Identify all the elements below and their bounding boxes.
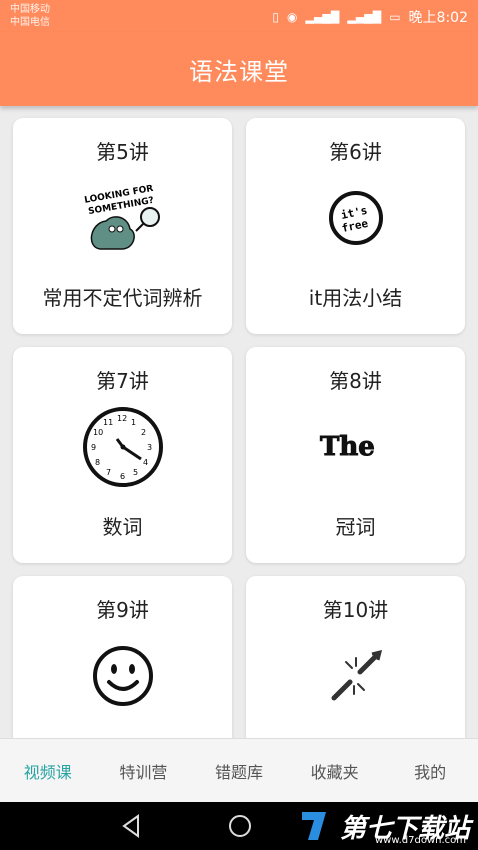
svg-text:2: 2 [141,428,146,437]
lesson-topic: 数词 [102,515,143,539]
svg-text:1: 1 [131,418,136,427]
svg-text:8: 8 [95,458,100,467]
svg-text:4: 4 [143,458,148,467]
tab-mistake-bank[interactable]: 错题库 [191,739,287,802]
svg-text:7: 7 [106,468,111,477]
svg-text:The: The [320,432,375,462]
lesson-card-5[interactable]: 第5讲 LOOKING FOR SOMETHING? 常用不定代词辨析 [13,118,232,334]
lesson-grid: 第5讲 LOOKING FOR SOMETHING? 常用不定代词辨析 第6讲 … [0,106,478,738]
lesson-number: 第6讲 [329,140,382,164]
its-free-stamp-icon: it's free [306,174,406,262]
lesson-topic: 常用不定代词辨析 [42,286,203,310]
watermark-logo-icon [301,812,326,840]
lesson-card-8[interactable]: 第8讲 The 冠词 [246,347,465,563]
watermark-url: www.d7down.com [374,835,466,846]
carrier-info: 中国移动 中国电信 [10,3,50,29]
battery-icon: ▭ [389,10,401,24]
bottom-tab-bar: 视频课 特训营 错题库 收藏夹 我的 [0,738,478,802]
lesson-number: 第10讲 [322,598,389,622]
back-icon[interactable] [118,812,146,844]
page-title: 语法课堂 [189,57,289,86]
vibrate-icon: ▯ [272,10,280,24]
the-text-icon: The [306,403,406,491]
tab-favorites[interactable]: 收藏夹 [287,739,383,802]
svg-text:10: 10 [93,428,103,437]
lesson-card-6[interactable]: 第6讲 it's free it用法小结 [246,118,465,334]
tab-me[interactable]: 我的 [382,739,478,802]
lesson-topic: it用法小结 [308,286,403,310]
home-icon[interactable] [226,812,254,844]
eye-icon: ◉ [287,10,298,24]
lesson-card-10[interactable]: 第10讲 [246,576,465,738]
svg-text:3: 3 [147,443,152,452]
smiley-face-icon [73,632,173,720]
svg-text:6: 6 [120,472,125,481]
svg-text:9: 9 [91,443,96,452]
lesson-number: 第9讲 [96,598,149,622]
magnifier-creature-icon: LOOKING FOR SOMETHING? [73,174,173,262]
clock-time: 晚上8:02 [408,10,468,26]
lesson-card-9[interactable]: 第9讲 [13,576,232,738]
carrier-2: 中国电信 [10,17,50,28]
lesson-number: 第5讲 [96,140,149,164]
signal-icon-2: ▂▄▆█ [347,10,382,24]
status-icons: ▯ ◉ ▂▄▆█ ▂▄▆█ ▭ 晚上8:02 [272,7,468,27]
lesson-number: 第8讲 [329,369,382,393]
carrier-1: 中国移动 [10,4,50,15]
svg-text:5: 5 [133,468,138,477]
lesson-topic: 冠词 [335,515,376,539]
svg-text:11: 11 [103,418,113,427]
broken-chain-icon [306,632,406,720]
svg-text:12: 12 [117,414,127,423]
lesson-card-7[interactable]: 第7讲 12 1 2 3 4 5 6 7 8 9 10 11 数词 [13,347,232,563]
status-bar: 中国移动 中国电信 ▯ ◉ ▂▄▆█ ▂▄▆█ ▭ 晚上8:02 [0,0,478,32]
signal-icon: ▂▄▆█ [305,10,340,24]
clock-icon: 12 1 2 3 4 5 6 7 8 9 10 11 [73,403,173,491]
tab-video-course[interactable]: 视频课 [0,739,96,802]
lesson-number: 第7讲 [96,369,149,393]
tab-training-camp[interactable]: 特训营 [96,739,192,802]
app-bar: 语法课堂 [0,32,478,106]
